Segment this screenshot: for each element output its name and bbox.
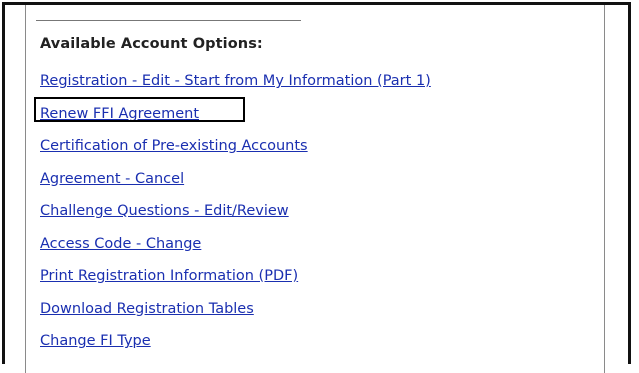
print-registration-link[interactable]: Print Registration Information (PDF): [40, 268, 298, 284]
option-access-code: Access Code - Change: [40, 233, 431, 266]
challenge-questions-link[interactable]: Challenge Questions - Edit/Review: [40, 203, 289, 219]
option-agreement-cancel: Agreement - Cancel: [40, 168, 431, 201]
option-certification: Certification of Pre-existing Accounts: [40, 135, 431, 168]
download-registration-tables-link[interactable]: Download Registration Tables: [40, 301, 254, 317]
account-options-panel: Available Account Options: Registration …: [25, 5, 605, 373]
screenshot-frame: Available Account Options: Registration …: [2, 2, 631, 373]
option-registration-edit: Registration - Edit - Start from My Info…: [40, 70, 431, 103]
renew-ffi-agreement-link[interactable]: Renew FFI Agreement: [40, 106, 199, 122]
option-change-fi-type: Change FI Type: [40, 330, 431, 363]
change-fi-type-link[interactable]: Change FI Type: [40, 333, 151, 349]
agreement-cancel-link[interactable]: Agreement - Cancel: [40, 171, 184, 187]
option-download-tables: Download Registration Tables: [40, 298, 431, 331]
certification-link[interactable]: Certification of Pre-existing Accounts: [40, 138, 308, 154]
panel-heading: Available Account Options:: [40, 36, 263, 52]
option-print-registration: Print Registration Information (PDF): [40, 265, 431, 298]
account-options-list: Registration - Edit - Start from My Info…: [34, 70, 431, 363]
registration-edit-link[interactable]: Registration - Edit - Start from My Info…: [40, 73, 431, 89]
access-code-change-link[interactable]: Access Code - Change: [40, 236, 201, 252]
top-divider: [36, 20, 301, 21]
option-renew-ffi-agreement: Renew FFI Agreement: [34, 96, 431, 136]
option-challenge-questions: Challenge Questions - Edit/Review: [40, 200, 431, 233]
